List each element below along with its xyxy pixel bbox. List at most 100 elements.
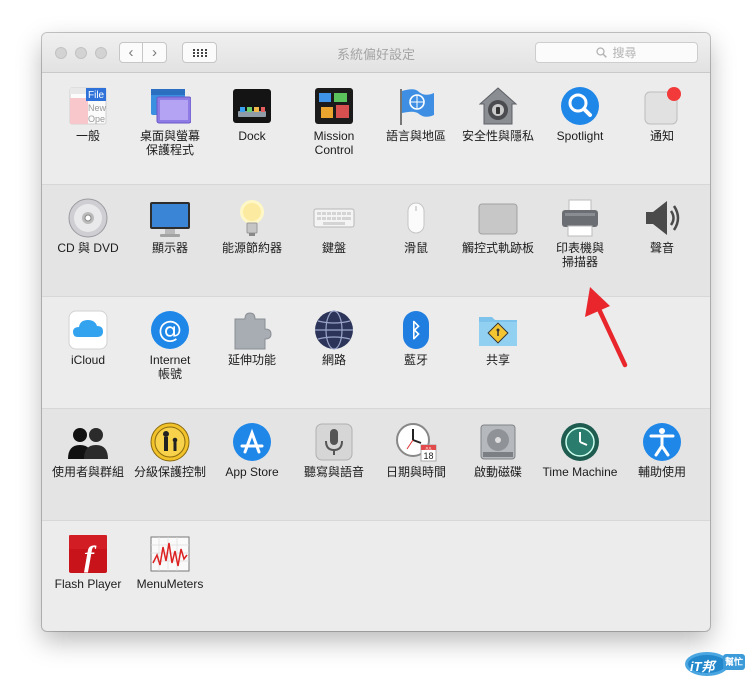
pref-pane-sound[interactable]: 聲音 (622, 185, 702, 285)
at-sign-icon: @ (149, 309, 191, 351)
pref-pane-menumeters[interactable]: MenuMeters (130, 521, 210, 621)
keyboard-icon (313, 197, 355, 239)
lightbulb-icon (231, 197, 273, 239)
svg-text:18: 18 (423, 451, 433, 461)
pref-pane-appstore[interactable]: App Store (212, 409, 292, 509)
pref-pane-internet[interactable]: @ Internet 帳號 (130, 297, 210, 397)
pref-pane-label: Internet 帳號 (128, 353, 212, 381)
pref-pane-notifications[interactable]: 通知 (622, 73, 702, 173)
pref-pane-label: 日期與時間 (374, 465, 458, 479)
label-line: Time Machine (542, 465, 618, 479)
speaker-icon (641, 197, 683, 239)
label-line: 日期與時間 (385, 465, 446, 479)
pref-pane-cddvd[interactable]: CD 與 DVD (48, 185, 128, 285)
watermark-text: iT邦 (690, 659, 715, 674)
pref-pane-label: 通知 (620, 129, 704, 143)
puzzle-icon (231, 309, 273, 351)
label-line: 桌面與螢幕 (139, 129, 200, 143)
pref-pane-timemachine[interactable]: Time Machine (540, 409, 620, 509)
pref-pane-language[interactable]: 語言與地區 (376, 73, 456, 173)
pref-pane-mission[interactable]: Mission Control (294, 73, 374, 173)
pref-pane-dock[interactable]: Dock (212, 73, 292, 173)
pref-pane-trackpad[interactable]: 觸控式軌跡板 (458, 185, 538, 285)
pref-pane-datetime[interactable]: JUL 18 日期與時間 (376, 409, 456, 509)
pref-pane-label: Spotlight (538, 129, 622, 143)
pref-pane-bluetooth[interactable]: ᛒ 藍牙 (376, 297, 456, 397)
search-field[interactable]: 搜尋 (535, 42, 698, 63)
trackpad-icon (477, 197, 519, 239)
svg-text:ᛒ: ᛒ (410, 318, 422, 342)
pref-pane-displays[interactable]: 顯示器 (130, 185, 210, 285)
un-flag-icon (395, 85, 437, 127)
pref-pane-label: MenuMeters (128, 577, 212, 591)
pref-pane-label: App Store (210, 465, 294, 479)
label-line: Mission (313, 129, 355, 143)
pref-pane-label: Mission Control (292, 129, 376, 157)
pref-pane-users[interactable]: 使用者與群組 (48, 409, 128, 509)
magnifier-icon (559, 85, 601, 127)
label-line: 聲音 (649, 241, 674, 255)
disc-icon (67, 197, 109, 239)
pref-pane-security[interactable]: 安全性與隱私 (458, 73, 538, 173)
pref-pane-flash[interactable]: f Flash Player (48, 521, 128, 621)
pref-pane-label: Dock (210, 129, 294, 143)
search-placeholder: 搜尋 (612, 46, 637, 60)
pref-pane-sharing[interactable]: 共享 (458, 297, 538, 397)
label-line: 滑鼠 (403, 241, 428, 255)
globe-icon (313, 309, 355, 351)
label-line: 顯示器 (151, 241, 188, 255)
printer-icon (559, 197, 601, 239)
pref-pane-network[interactable]: 網路 (294, 297, 374, 397)
bluetooth-icon: ᛒ (395, 309, 437, 351)
pref-pane-icloud[interactable]: iCloud (48, 297, 128, 397)
pref-pane-printers[interactable]: 印表機與 掃描器 (540, 185, 620, 285)
parental-icon (149, 421, 191, 463)
pref-pane-label: 啟動磁碟 (456, 465, 540, 479)
label-line: 使用者與群組 (51, 465, 124, 479)
notifications-icon (641, 85, 683, 127)
label-line: 延伸功能 (227, 353, 276, 367)
pref-pane-extensions[interactable]: 延伸功能 (212, 297, 292, 397)
pref-pane-desktop[interactable]: 桌面與螢幕 保護程式 (130, 73, 210, 173)
pref-pane-label: 網路 (292, 353, 376, 367)
pref-pane-label: Flash Player (46, 577, 130, 591)
label-line: 藍牙 (403, 353, 428, 367)
dock-icon (231, 85, 273, 127)
pref-pane-energy[interactable]: 能源節約器 (212, 185, 292, 285)
label-line: App Store (225, 465, 279, 479)
pref-pane-spotlight[interactable]: Spotlight (540, 73, 620, 173)
label-line: 印表機與 (555, 241, 604, 255)
pref-section-2: CD 與 DVD 顯示器 能源節約器 鍵盤 滑鼠 觸控式軌跡板 印表機與 掃描器 … (42, 185, 710, 297)
pref-pane-accessibility[interactable]: 輔助使用 (622, 409, 702, 509)
pref-pane-keyboard[interactable]: 鍵盤 (294, 185, 374, 285)
pref-pane-label: Time Machine (538, 465, 622, 479)
pref-section-4: 使用者與群組 分級保護控制 App Store 聽寫與語音 JUL 18 日期與時… (42, 409, 710, 521)
pref-pane-dictation[interactable]: 聽寫與語音 (294, 409, 374, 509)
clock-calendar-icon: JUL 18 (395, 421, 437, 463)
watermark-subtext: 幫忙 (725, 658, 744, 668)
pref-pane-label: CD 與 DVD (46, 241, 130, 255)
pref-pane-label: 藍牙 (374, 353, 458, 367)
pref-pane-label: 滑鼠 (374, 241, 458, 255)
menumeters-icon (149, 533, 191, 575)
pref-pane-label: 一般 (46, 129, 130, 143)
label-line: 鍵盤 (321, 241, 346, 255)
pref-pane-label: 使用者與群組 (46, 465, 130, 479)
pref-section-5: f Flash Player MenuMeters (42, 521, 710, 631)
svg-text:JUL: JUL (425, 445, 433, 450)
pref-pane-label: 延伸功能 (210, 353, 294, 367)
label-line: 啟動磁碟 (473, 465, 522, 479)
pref-pane-startup[interactable]: 啟動磁碟 (458, 409, 538, 509)
label-line: iCloud (70, 353, 106, 367)
app-store-icon (231, 421, 273, 463)
pref-pane-label: 聲音 (620, 241, 704, 255)
cloud-icon (67, 309, 109, 351)
pref-pane-general[interactable]: File New Ope 一般 (48, 73, 128, 173)
pref-pane-label: 輔助使用 (620, 465, 704, 479)
label-line: 輔助使用 (637, 465, 686, 479)
hard-disk-icon (477, 421, 519, 463)
pref-pane-label: iCloud (46, 353, 130, 367)
pref-pane-parental[interactable]: 分級保護控制 (130, 409, 210, 509)
pref-pane-label: 鍵盤 (292, 241, 376, 255)
pref-pane-mouse[interactable]: 滑鼠 (376, 185, 456, 285)
